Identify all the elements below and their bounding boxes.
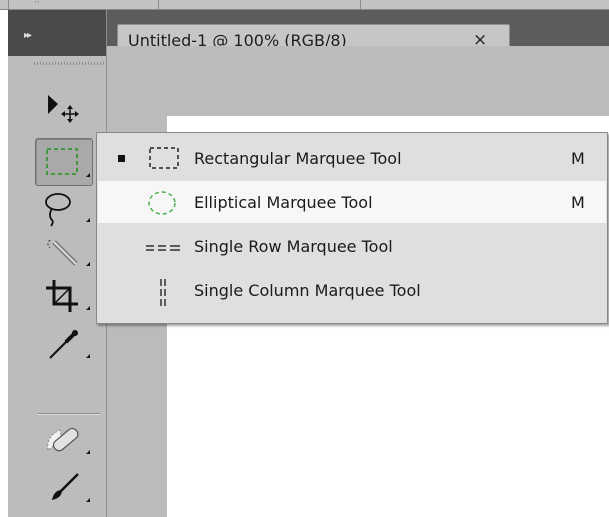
ruler-tick bbox=[8, 0, 9, 9]
eyedropper-icon bbox=[49, 330, 90, 359]
eyedropper-tool-button[interactable] bbox=[42, 324, 92, 364]
rect-marquee-icon bbox=[46, 148, 90, 177]
menu-item-single-row-marquee[interactable]: Single Row Marquee Tool bbox=[98, 225, 606, 267]
menu-item-label: Elliptical Marquee Tool bbox=[194, 193, 373, 212]
ruler-tick bbox=[360, 0, 361, 9]
rect-marquee-tool-button[interactable] bbox=[35, 138, 93, 186]
lasso-icon bbox=[45, 193, 90, 227]
menu-item-shortcut: M bbox=[571, 149, 585, 168]
top-ruler-strip: ·· bbox=[0, 0, 609, 10]
menu-item-label: Single Column Marquee Tool bbox=[194, 281, 421, 300]
brush-tool-button[interactable] bbox=[42, 468, 92, 508]
crop-tool-button[interactable] bbox=[42, 276, 92, 316]
bandage-icon bbox=[47, 427, 90, 454]
rect-marquee-icon bbox=[149, 147, 179, 169]
menu-item-label: Rectangular Marquee Tool bbox=[194, 149, 402, 168]
menu-item-shortcut: M bbox=[571, 193, 585, 212]
menu-item-elliptical-marquee[interactable]: Elliptical Marquee Tool M bbox=[98, 181, 606, 223]
single-row-icon bbox=[146, 245, 180, 251]
collapse-panel-icon[interactable]: ▸▸ bbox=[24, 30, 32, 41]
ruler-marks: ·· bbox=[34, 0, 40, 8]
menu-item-single-column-marquee[interactable]: Single Column Marquee Tool bbox=[98, 269, 606, 311]
move-tool-button[interactable] bbox=[42, 90, 92, 130]
quick-selection-tool-button[interactable] bbox=[42, 232, 92, 272]
menu-item-rectangular-marquee[interactable]: Rectangular Marquee Tool M bbox=[98, 137, 606, 179]
lasso-tool-button[interactable] bbox=[42, 188, 92, 228]
menu-item-label: Single Row Marquee Tool bbox=[194, 237, 393, 256]
ellipse-marquee-icon bbox=[148, 191, 176, 215]
document-tab-bar: Untitled-1 @ 100% (RGB/8) × bbox=[107, 10, 609, 57]
tools-panel: ▸▸ bbox=[8, 10, 107, 517]
healing-brush-tool-button[interactable] bbox=[42, 420, 92, 460]
move-icon bbox=[48, 95, 79, 123]
tools-panel-header: ▸▸ bbox=[8, 10, 106, 56]
active-tool-bullet bbox=[118, 155, 125, 162]
tools-separator bbox=[38, 413, 100, 415]
ruler-tick bbox=[158, 0, 159, 9]
single-column-icon bbox=[160, 279, 166, 306]
panel-grip[interactable] bbox=[34, 62, 104, 65]
brush-icon bbox=[52, 473, 90, 502]
marquee-tools-flyout: Rectangular Marquee Tool M Elliptical Ma… bbox=[96, 132, 608, 324]
quick-select-icon bbox=[47, 239, 90, 266]
crop-icon bbox=[46, 280, 90, 312]
